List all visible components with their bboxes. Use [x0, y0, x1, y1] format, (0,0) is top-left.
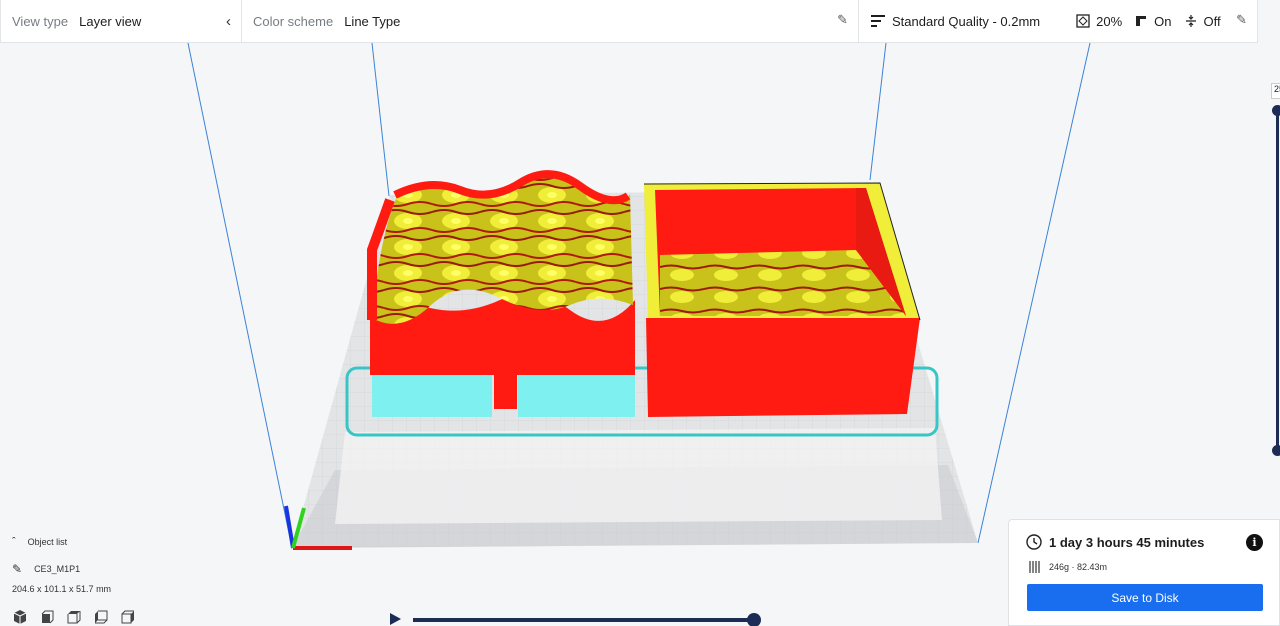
- camera-view-buttons: [12, 609, 136, 625]
- play-icon[interactable]: [388, 612, 402, 626]
- print-info-panel: 1 day 3 hours 45 minutes i 246g · 82.43m…: [1008, 519, 1280, 626]
- right-view-icon[interactable]: [120, 609, 136, 625]
- color-scheme-panel[interactable]: Color scheme Line Type ✎: [241, 0, 859, 43]
- object-list-toggle[interactable]: ˆ Object list: [12, 536, 67, 548]
- view-type-label: View type: [12, 13, 69, 29]
- print-settings-panel[interactable]: Standard Quality - 0.2mm 20% On Off ✎: [858, 0, 1258, 43]
- chevron-up-icon: ˆ: [12, 536, 16, 548]
- quality-profile[interactable]: Standard Quality - 0.2mm: [892, 14, 1040, 29]
- quality-icon: [871, 15, 885, 27]
- object-name: CE3_M1P1: [34, 564, 81, 574]
- view-type-panel[interactable]: View type Layer view ‹: [0, 0, 242, 43]
- color-scheme-value[interactable]: Line Type: [344, 14, 400, 29]
- adhesion-value: Off: [1203, 13, 1221, 29]
- color-scheme-label: Color scheme: [253, 13, 334, 29]
- object-dimensions: 204.6 x 101.1 x 51.7 mm: [12, 584, 112, 594]
- info-icon[interactable]: i: [1246, 534, 1263, 551]
- pencil-icon[interactable]: ✎: [837, 12, 848, 28]
- pencil-icon[interactable]: ✎: [1236, 12, 1247, 28]
- model-lid[interactable]: [367, 170, 635, 417]
- support-icon: [1136, 16, 1147, 26]
- adhesion-icon: [1185, 15, 1196, 27]
- top-view-icon[interactable]: [66, 609, 82, 625]
- pencil-icon[interactable]: ✎: [12, 562, 22, 576]
- 3d-view-icon[interactable]: [12, 609, 28, 625]
- left-view-icon[interactable]: [93, 609, 109, 625]
- object-name-row[interactable]: ✎ CE3_M1P1: [12, 562, 80, 576]
- layer-number-input[interactable]: 25: [1271, 83, 1280, 99]
- support-value: On: [1154, 13, 1172, 29]
- front-view-icon[interactable]: [39, 609, 55, 625]
- spool-icon: [1029, 561, 1040, 573]
- save-to-disk-button[interactable]: Save to Disk: [1027, 584, 1263, 611]
- material-usage: 246g · 82.43m: [1049, 562, 1108, 572]
- simulation-progress-track[interactable]: [413, 618, 756, 622]
- layer-slider-bottom-handle[interactable]: [1272, 445, 1280, 456]
- view-type-value[interactable]: Layer view: [79, 14, 141, 29]
- object-list-label: Object list: [27, 537, 68, 547]
- print-time: 1 day 3 hours 45 minutes: [1049, 534, 1205, 550]
- layer-slider-track[interactable]: [1276, 110, 1279, 450]
- infill-value: 20%: [1096, 13, 1123, 29]
- clock-icon: [1026, 534, 1042, 550]
- simulation-progress-handle[interactable]: [747, 613, 761, 626]
- infill-icon: [1076, 14, 1090, 28]
- model-box[interactable]: [643, 182, 921, 417]
- layer-slider[interactable]: 25: [1262, 80, 1280, 470]
- chevron-left-icon[interactable]: ‹: [226, 13, 231, 30]
- layer-slider-top-handle[interactable]: [1272, 105, 1280, 116]
